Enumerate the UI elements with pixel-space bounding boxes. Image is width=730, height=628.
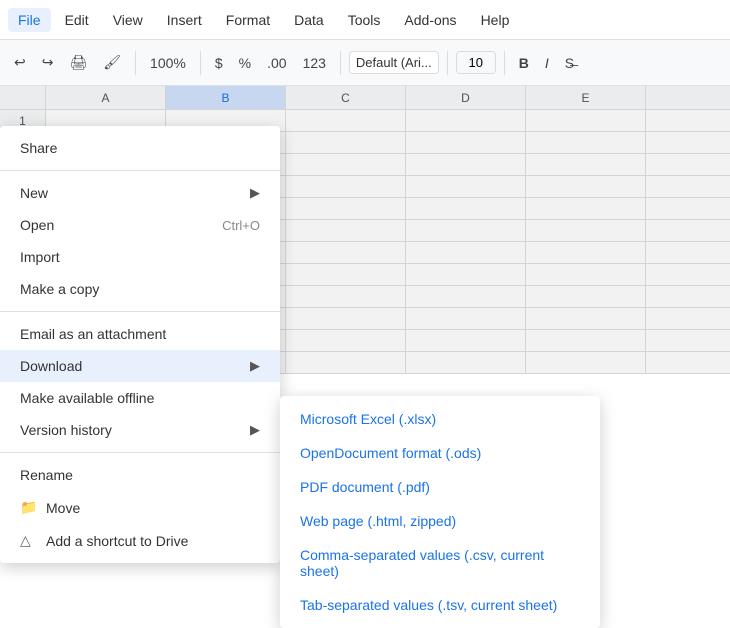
submenu-item-html[interactable]: Web page (.html, zipped) [280, 504, 600, 538]
separator-3 [340, 51, 341, 75]
menu-item-version-history[interactable]: Version history ▶ [0, 414, 280, 446]
version-history-arrow-icon: ▶ [250, 422, 260, 438]
move-label: Move [46, 500, 80, 516]
menu-item-email[interactable]: Email as an attachment [0, 318, 280, 350]
menu-item-new[interactable]: New ▶ [0, 177, 280, 209]
download-label: Download [20, 358, 82, 374]
submenu-item-xlsx[interactable]: Microsoft Excel (.xlsx) [280, 402, 600, 436]
toolbar: ↩ ↪ 🖨 🖌 100% $ % .00 123 Default (Ari...… [0, 40, 730, 86]
menu-item-offline[interactable]: Make available offline [0, 382, 280, 414]
menu-file[interactable]: File [8, 8, 51, 32]
menu-edit[interactable]: Edit [55, 8, 99, 32]
menu-item-rename[interactable]: Rename [0, 459, 280, 491]
open-label: Open [20, 217, 54, 233]
strikethrough-button[interactable]: S̶ [559, 51, 580, 75]
font-selector[interactable]: Default (Ari... [349, 51, 439, 74]
menu-item-import[interactable]: Import [0, 241, 280, 273]
menu-addons[interactable]: Add-ons [394, 8, 466, 32]
share-label: Share [20, 140, 57, 156]
ods-label: OpenDocument format (.ods) [300, 445, 481, 461]
html-label: Web page (.html, zipped) [300, 513, 456, 529]
redo-button[interactable]: ↪ [36, 50, 60, 75]
divider-2 [0, 311, 280, 312]
zoom-100[interactable]: 100% [144, 51, 192, 75]
menu-tools[interactable]: Tools [338, 8, 391, 32]
bold-button[interactable]: B [513, 51, 535, 75]
print-button[interactable]: 🖨 [63, 50, 93, 75]
decimal-btn[interactable]: .00 [261, 51, 292, 75]
submenu-item-tsv[interactable]: Tab-separated values (.tsv, current shee… [280, 588, 600, 622]
import-label: Import [20, 249, 60, 265]
offline-label: Make available offline [20, 390, 154, 406]
submenu-item-pdf[interactable]: PDF document (.pdf) [280, 470, 600, 504]
menu-item-move[interactable]: 📁 Move [0, 491, 280, 524]
rename-label: Rename [20, 467, 73, 483]
download-submenu: Microsoft Excel (.xlsx) OpenDocument for… [280, 396, 600, 628]
number-format-btn[interactable]: 123 [297, 51, 332, 75]
menu-item-make-copy[interactable]: Make a copy [0, 273, 280, 305]
menu-data[interactable]: Data [284, 8, 334, 32]
percent-button[interactable]: % [233, 51, 257, 75]
new-label: New [20, 185, 48, 201]
submenu-item-csv[interactable]: Comma-separated values (.csv, current sh… [280, 538, 600, 588]
email-label: Email as an attachment [20, 326, 166, 342]
menu-format[interactable]: Format [216, 8, 280, 32]
undo-button[interactable]: ↩ [8, 50, 32, 75]
menu-help[interactable]: Help [471, 8, 520, 32]
new-arrow-icon: ▶ [250, 185, 260, 201]
menu-item-open[interactable]: Open Ctrl+O [0, 209, 280, 241]
make-copy-label: Make a copy [20, 281, 99, 297]
file-menu-dropdown: Share New ▶ Open Ctrl+O Import Make a co… [0, 126, 280, 563]
download-arrow-icon: ▶ [250, 358, 260, 374]
menu-view[interactable]: View [103, 8, 153, 32]
xlsx-label: Microsoft Excel (.xlsx) [300, 411, 436, 427]
divider-3 [0, 452, 280, 453]
separator-1 [135, 51, 136, 75]
menu-item-add-shortcut[interactable]: △ Add a shortcut to Drive [0, 524, 280, 557]
pdf-label: PDF document (.pdf) [300, 479, 430, 495]
currency-button[interactable]: $ [209, 51, 229, 75]
tsv-label: Tab-separated values (.tsv, current shee… [300, 597, 557, 613]
menu-item-share[interactable]: Share [0, 132, 280, 164]
italic-button[interactable]: I [539, 51, 555, 75]
open-shortcut: Ctrl+O [222, 218, 260, 233]
separator-4 [447, 51, 448, 75]
drive-icon: △ [20, 532, 40, 549]
submenu-item-ods[interactable]: OpenDocument format (.ods) [280, 436, 600, 470]
divider-1 [0, 170, 280, 171]
paint-format-button[interactable]: 🖌 [97, 50, 127, 75]
menubar: File Edit View Insert Format Data Tools … [0, 0, 730, 40]
csv-label: Comma-separated values (.csv, current sh… [300, 547, 580, 579]
menu-insert[interactable]: Insert [157, 8, 212, 32]
version-history-label: Version history [20, 422, 112, 438]
separator-5 [504, 51, 505, 75]
add-shortcut-label: Add a shortcut to Drive [46, 533, 188, 549]
menu-item-download[interactable]: Download ▶ [0, 350, 280, 382]
folder-icon: 📁 [20, 499, 40, 516]
separator-2 [200, 51, 201, 75]
font-size-input[interactable]: 10 [456, 51, 496, 74]
sheet-area: A B C D E 1 2 3 4 5 [0, 86, 730, 374]
